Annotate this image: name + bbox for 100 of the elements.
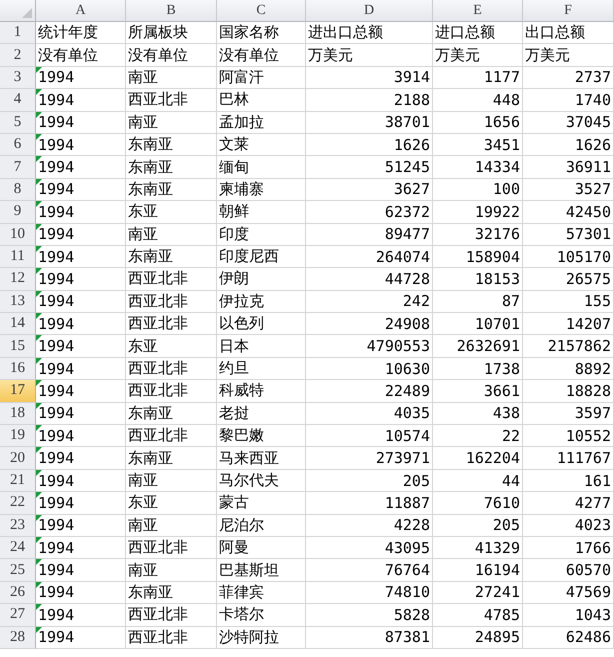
table-cell: 8892	[523, 358, 614, 380]
row-header[interactable]: 6	[0, 134, 36, 156]
table-cell: 万美元	[523, 44, 614, 67]
column-header[interactable]: A	[36, 0, 126, 22]
table-cell: 没有单位	[217, 44, 306, 67]
row-header[interactable]: 28	[0, 626, 36, 649]
row-header[interactable]: 26	[0, 582, 36, 604]
table-cell: 阿富汗	[217, 66, 306, 90]
row-header[interactable]: 20	[0, 447, 36, 470]
table-cell: 32176	[433, 224, 523, 246]
table-cell: 105170	[523, 246, 614, 268]
row-header[interactable]: 1	[0, 22, 36, 44]
table-cell: 西亚北非	[126, 604, 217, 627]
table-cell: 1177	[433, 66, 523, 90]
table-cell: 155	[523, 290, 614, 314]
column-header[interactable]: F	[523, 0, 614, 22]
row-header[interactable]: 17	[0, 380, 36, 403]
row-header[interactable]: 8	[0, 178, 36, 202]
table-cell: 没有单位	[36, 44, 126, 67]
table-cell: 文莱	[217, 134, 306, 156]
table-cell: 36911	[523, 156, 614, 179]
table-cell: 进出口总额	[306, 22, 433, 44]
table-cell: 1994	[36, 246, 126, 268]
table-cell: 1994	[36, 492, 126, 515]
table-cell: 西亚北非	[126, 380, 217, 403]
row-header[interactable]: 16	[0, 358, 36, 380]
row-header[interactable]: 10	[0, 224, 36, 246]
table-cell: 缅甸	[217, 156, 306, 179]
row-header[interactable]: 18	[0, 402, 36, 426]
table-cell: 伊拉克	[217, 290, 306, 314]
table-cell: 1994	[36, 470, 126, 492]
table-cell: 19922	[433, 201, 523, 224]
table-cell: 3451	[433, 134, 523, 156]
table-cell: 162204	[433, 447, 523, 470]
row-header[interactable]: 23	[0, 514, 36, 537]
table-cell: 西亚北非	[126, 358, 217, 380]
table-cell: 柬埔寨	[217, 178, 306, 202]
table-cell: 南亚	[126, 514, 217, 537]
row-header[interactable]: 14	[0, 313, 36, 336]
row-header[interactable]: 3	[0, 66, 36, 90]
table-cell: 东南亚	[126, 402, 217, 426]
select-all-button[interactable]	[0, 0, 36, 22]
column-header[interactable]: D	[306, 0, 433, 22]
table-cell: 448	[433, 89, 523, 112]
table-cell: 2632691	[433, 335, 523, 358]
table-cell: 1994	[36, 380, 126, 403]
table-cell: 5828	[306, 604, 433, 627]
table-cell: 1994	[36, 425, 126, 448]
table-cell: 老挝	[217, 402, 306, 426]
table-cell: 科威特	[217, 380, 306, 403]
table-cell: 1994	[36, 604, 126, 627]
row-header[interactable]: 2	[0, 44, 36, 67]
row-header[interactable]: 5	[0, 112, 36, 134]
table-cell: 1994	[36, 402, 126, 426]
table-cell: 4035	[306, 402, 433, 426]
table-cell: 印度	[217, 224, 306, 246]
table-cell: 62486	[523, 626, 614, 649]
row-header[interactable]: 25	[0, 559, 36, 582]
table-cell: 1994	[36, 134, 126, 156]
row-header[interactable]: 24	[0, 536, 36, 560]
row-header[interactable]: 7	[0, 156, 36, 179]
row-header[interactable]: 22	[0, 492, 36, 515]
table-cell: 尼泊尔	[217, 514, 306, 537]
row-header[interactable]: 12	[0, 268, 36, 291]
table-cell: 37045	[523, 112, 614, 134]
table-cell: 1994	[36, 290, 126, 314]
table-cell: 蒙古	[217, 492, 306, 515]
row-header[interactable]: 21	[0, 470, 36, 492]
column-header[interactable]: C	[217, 0, 306, 22]
table-cell: 约旦	[217, 358, 306, 380]
table-cell: 南亚	[126, 470, 217, 492]
table-cell: 1994	[36, 559, 126, 582]
table-cell: 东南亚	[126, 582, 217, 604]
table-cell: 26575	[523, 268, 614, 291]
column-header[interactable]: B	[126, 0, 217, 22]
row-header[interactable]: 27	[0, 604, 36, 627]
table-cell: 马来西亚	[217, 447, 306, 470]
table-cell: 273971	[306, 447, 433, 470]
table-cell: 89477	[306, 224, 433, 246]
table-cell: 2157862	[523, 335, 614, 358]
column-header[interactable]: E	[433, 0, 523, 22]
table-cell: 卡塔尔	[217, 604, 306, 627]
row-header[interactable]: 15	[0, 335, 36, 358]
table-cell: 1994	[36, 112, 126, 134]
table-cell: 朝鲜	[217, 201, 306, 224]
table-cell: 南亚	[126, 224, 217, 246]
table-cell: 10574	[306, 425, 433, 448]
table-cell: 1994	[36, 514, 126, 537]
row-header[interactable]: 19	[0, 425, 36, 448]
row-header[interactable]: 4	[0, 89, 36, 112]
table-cell: 1994	[36, 224, 126, 246]
row-header[interactable]: 9	[0, 201, 36, 224]
row-header[interactable]: 13	[0, 290, 36, 314]
table-cell: 巴基斯坦	[217, 559, 306, 582]
table-cell: 阿曼	[217, 536, 306, 560]
table-cell: 76764	[306, 559, 433, 582]
table-cell: 27241	[433, 582, 523, 604]
table-cell: 1994	[36, 313, 126, 336]
table-cell: 东南亚	[126, 134, 217, 156]
row-header[interactable]: 11	[0, 246, 36, 268]
